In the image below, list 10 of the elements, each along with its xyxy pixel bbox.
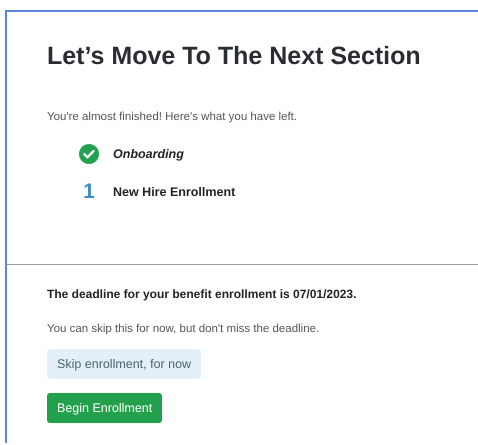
skip-button[interactable]: Skip enrollment, for now bbox=[47, 349, 202, 379]
step-label: Onboarding bbox=[113, 147, 184, 161]
check-icon bbox=[79, 144, 99, 164]
step-label: New Hire Enrollment bbox=[113, 185, 236, 199]
begin-button[interactable]: Begin Enrollment bbox=[47, 393, 162, 423]
note-text: You can skip this for now, but don't miss the deadline. bbox=[47, 323, 320, 335]
step-number: 1 bbox=[82, 180, 96, 204]
subtitle-text: You're almost finished! Here's what you have left. bbox=[47, 111, 298, 123]
section-title: Let’s Move To The Next Section bbox=[47, 42, 422, 71]
deadline-text: The deadline for your benefit enrollment is 07/01/2023. bbox=[47, 287, 358, 301]
